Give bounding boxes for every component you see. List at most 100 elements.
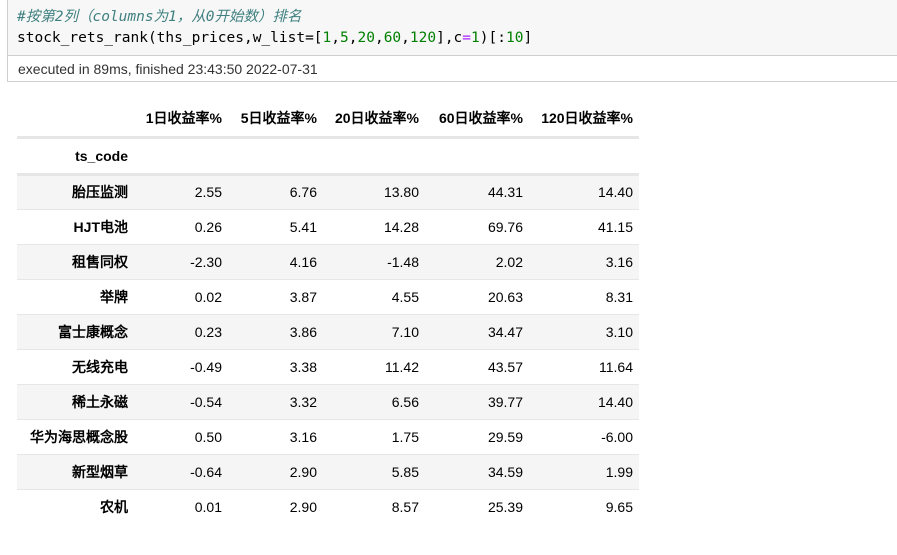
code-operator: = (462, 30, 472, 46)
table-cell: 1.99 (605, 463, 633, 480)
output-area: 1日收益率% 5日收益率% 20日收益率% 60日收益率% 120日收益率% t… (17, 100, 639, 524)
table-cell: 69.76 (487, 218, 523, 235)
code-token: stock_rets_rank(ths_prices,w_list=[ (17, 30, 323, 46)
table-cell: 0.26 (194, 218, 222, 235)
execution-status: executed in 89ms, finished 23:43:50 2022… (7, 56, 897, 82)
table-cell: 3.10 (605, 323, 633, 340)
index-name: ts_code (17, 137, 134, 176)
code-token: ] (523, 30, 533, 46)
table-cell: -1.48 (387, 253, 419, 270)
row-index-label: 胎压监测 (72, 184, 128, 200)
empty-header-cell (425, 137, 529, 176)
table-cell: 34.47 (487, 323, 523, 340)
table-cell: -0.54 (190, 393, 222, 410)
table-row: 胎压监测 2.55 6.76 13.80 44.31 14.40 (17, 174, 639, 209)
table-cell: 3.16 (289, 428, 317, 445)
column-header: 120日收益率% (529, 100, 639, 139)
table-cell: -2.30 (190, 253, 222, 270)
table-row: 无线充电 -0.49 3.38 11.42 43.57 11.64 (17, 349, 639, 384)
table-cell: 29.59 (487, 428, 523, 445)
table-cell: 4.16 (289, 253, 317, 270)
table-cell: 5.41 (289, 218, 317, 235)
notebook-page: #按第2列（columns为1，从0开始数）排名 stock_rets_rank… (0, 0, 897, 555)
code-cell[interactable]: #按第2列（columns为1，从0开始数）排名 stock_rets_rank… (7, 0, 897, 56)
table-body: 胎压监测 2.55 6.76 13.80 44.31 14.40 HJT电池 0.26 5.41… (17, 174, 639, 524)
table-cell: 3.32 (289, 393, 317, 410)
table-cell: -0.64 (190, 463, 222, 480)
table-cell: 0.01 (194, 498, 222, 515)
table-cell: 2.90 (289, 463, 317, 480)
table-cell: 39.77 (487, 393, 523, 410)
code-number: 120 (409, 30, 437, 46)
table-cell: 20.63 (487, 288, 523, 305)
index-name-row: ts_code (17, 137, 639, 176)
table-cell: 34.59 (487, 463, 523, 480)
table-cell: 14.40 (597, 393, 633, 410)
table-cell: 11.42 (385, 358, 419, 375)
table-cell: 3.38 (289, 358, 317, 375)
table-cell: 3.16 (605, 253, 633, 270)
empty-header-cell (228, 137, 323, 176)
table-cell: 0.50 (194, 428, 222, 445)
code-number: 5 (340, 30, 349, 46)
table-cell: 5.85 (391, 463, 419, 480)
table-cell: 25.39 (487, 498, 523, 515)
table-cell: 43.57 (487, 358, 523, 375)
code-number: 10 (505, 30, 524, 46)
index-corner (17, 100, 134, 139)
dataframe-table: 1日收益率% 5日收益率% 20日收益率% 60日收益率% 120日收益率% t… (17, 100, 639, 524)
code-number: 1 (471, 30, 480, 46)
table-row: 华为海思概念股 0.50 3.16 1.75 29.59 -6.00 (17, 419, 639, 454)
table-cell: 8.57 (391, 498, 419, 515)
table-cell: 2.90 (289, 498, 317, 515)
table-cell: 8.31 (605, 288, 633, 305)
column-header: 60日收益率% (425, 100, 529, 139)
table-cell: 3.86 (289, 323, 317, 340)
table-cell: 0.23 (194, 323, 222, 340)
table-row: 富士康概念 0.23 3.86 7.10 34.47 3.10 (17, 314, 639, 349)
row-index-label: 稀土永磁 (72, 393, 128, 410)
code-token: )[: (479, 30, 506, 46)
table-row: HJT电池 0.26 5.41 14.28 69.76 41.15 (17, 209, 639, 244)
code-number: 60 (383, 30, 402, 46)
table-cell: 1.75 (391, 428, 419, 445)
table-cell: 9.65 (605, 498, 633, 515)
table-cell: -0.49 (190, 358, 222, 375)
table-cell: 11.64 (599, 358, 633, 375)
table-row: 稀土永磁 -0.54 3.32 6.56 39.77 14.40 (17, 384, 639, 419)
table-cell: 14.40 (597, 184, 633, 200)
table-cell: 6.56 (391, 393, 419, 410)
table-cell: 13.80 (383, 184, 419, 200)
table-cell: 41.15 (597, 218, 633, 235)
table-row: 举牌 0.02 3.87 4.55 20.63 8.31 (17, 279, 639, 314)
column-header: 1日收益率% (134, 100, 228, 139)
table-cell: 2.02 (495, 253, 523, 270)
table-cell: 7.10 (391, 323, 419, 340)
table-cell: -6.00 (601, 428, 633, 445)
row-index-label: 新型烟草 (72, 463, 128, 480)
table-cell: 4.55 (391, 288, 419, 305)
code-token: ],c (436, 30, 463, 46)
table-row: 新型烟草 -0.64 2.90 5.85 34.59 1.99 (17, 454, 639, 489)
row-index-label: 农机 (100, 498, 128, 515)
table-cell: 14.28 (383, 218, 419, 235)
code-number: 20 (357, 30, 375, 46)
code-token: , (331, 30, 341, 46)
table-cell: 3.87 (289, 288, 317, 305)
code-statement: stock_rets_rank(ths_prices,w_list=[1,5,2… (17, 28, 897, 49)
column-header: 5日收益率% (228, 100, 323, 139)
row-index-label: 华为海思概念股 (30, 428, 128, 445)
row-index-label: 举牌 (100, 288, 128, 305)
row-index-label: HJT电池 (73, 218, 128, 235)
table-cell: 0.02 (194, 288, 222, 305)
table-cell: 44.31 (487, 184, 523, 200)
empty-header-cell (323, 137, 425, 176)
column-header-row: 1日收益率% 5日收益率% 20日收益率% 60日收益率% 120日收益率% (17, 100, 639, 139)
table-row: 租售同权 -2.30 4.16 -1.48 2.02 3.16 (17, 244, 639, 279)
table-cell: 6.76 (289, 184, 317, 200)
empty-header-cell (529, 137, 639, 176)
table-cell: 2.55 (194, 184, 222, 200)
code-comment: #按第2列（columns为1，从0开始数）排名 (17, 9, 302, 25)
code-token: , (401, 30, 410, 46)
row-index-label: 租售同权 (72, 253, 128, 270)
